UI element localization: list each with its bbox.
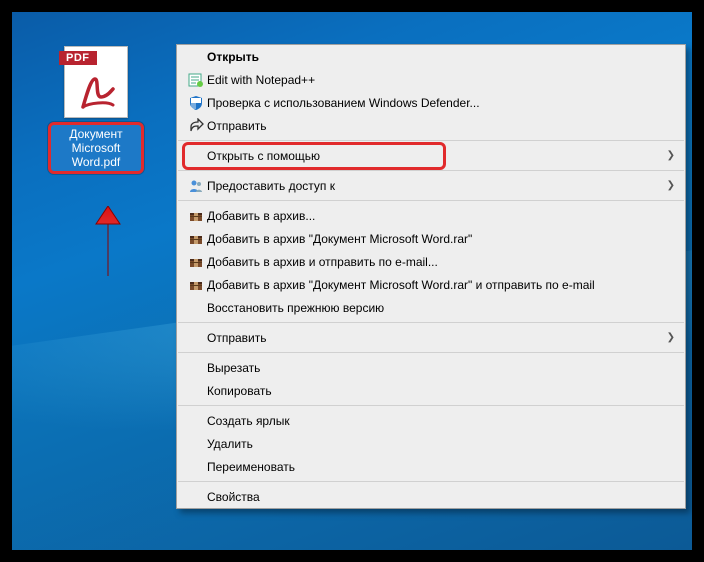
winrar-icon [185,231,207,247]
people-icon [185,178,207,194]
menu-open-with[interactable]: Открыть с помощью ❯ [177,144,685,167]
winrar-icon [185,208,207,224]
menu-rename[interactable]: Переименовать [177,455,685,478]
menu-properties[interactable]: Свойства [177,485,685,508]
menu-separator [178,322,684,323]
menu-separator [178,481,684,482]
menu-rar-add[interactable]: Добавить в архив... [177,204,685,227]
desktop-background: PDF Документ Microsoft Word.pdf Открыть … [12,12,692,550]
menu-separator [178,140,684,141]
menu-separator [178,170,684,171]
menu-edit-notepad[interactable]: Edit with Notepad++ [177,68,685,91]
file-label: Документ Microsoft Word.pdf [48,122,144,174]
menu-send-to[interactable]: Отправить ❯ [177,326,685,349]
menu-separator [178,352,684,353]
pdf-file[interactable]: PDF Документ Microsoft Word.pdf [48,46,144,174]
menu-cut[interactable]: Вырезать [177,356,685,379]
menu-rar-named-email[interactable]: Добавить в архив "Документ Microsoft Wor… [177,273,685,296]
defender-shield-icon [185,95,207,111]
menu-separator [178,405,684,406]
callout-arrow-file [88,206,128,276]
menu-separator [178,200,684,201]
submenu-arrow-icon: ❯ [667,332,675,343]
menu-defender-scan[interactable]: Проверка с использованием Windows Defend… [177,91,685,114]
winrar-icon [185,277,207,293]
context-menu: Открыть Edit with Notepad++ Проверка с и… [176,44,686,509]
menu-delete[interactable]: Удалить [177,432,685,455]
pdf-thumbnail: PDF [64,46,128,118]
share-arrow-icon [185,118,207,134]
menu-rar-add-named[interactable]: Добавить в архив "Документ Microsoft Wor… [177,227,685,250]
winrar-icon [185,254,207,270]
submenu-arrow-icon: ❯ [667,180,675,191]
menu-create-shortcut[interactable]: Создать ярлык [177,409,685,432]
menu-share[interactable]: Отправить [177,114,685,137]
menu-copy[interactable]: Копировать [177,379,685,402]
pdf-badge: PDF [59,51,97,65]
menu-open[interactable]: Открыть [177,45,685,68]
notepad-plus-icon [185,72,207,88]
menu-grant-access[interactable]: Предоставить доступ к ❯ [177,174,685,197]
adobe-reader-icon [77,73,117,113]
menu-rar-email[interactable]: Добавить в архив и отправить по e-mail..… [177,250,685,273]
menu-restore-version[interactable]: Восстановить прежнюю версию [177,296,685,319]
submenu-arrow-icon: ❯ [667,150,675,161]
